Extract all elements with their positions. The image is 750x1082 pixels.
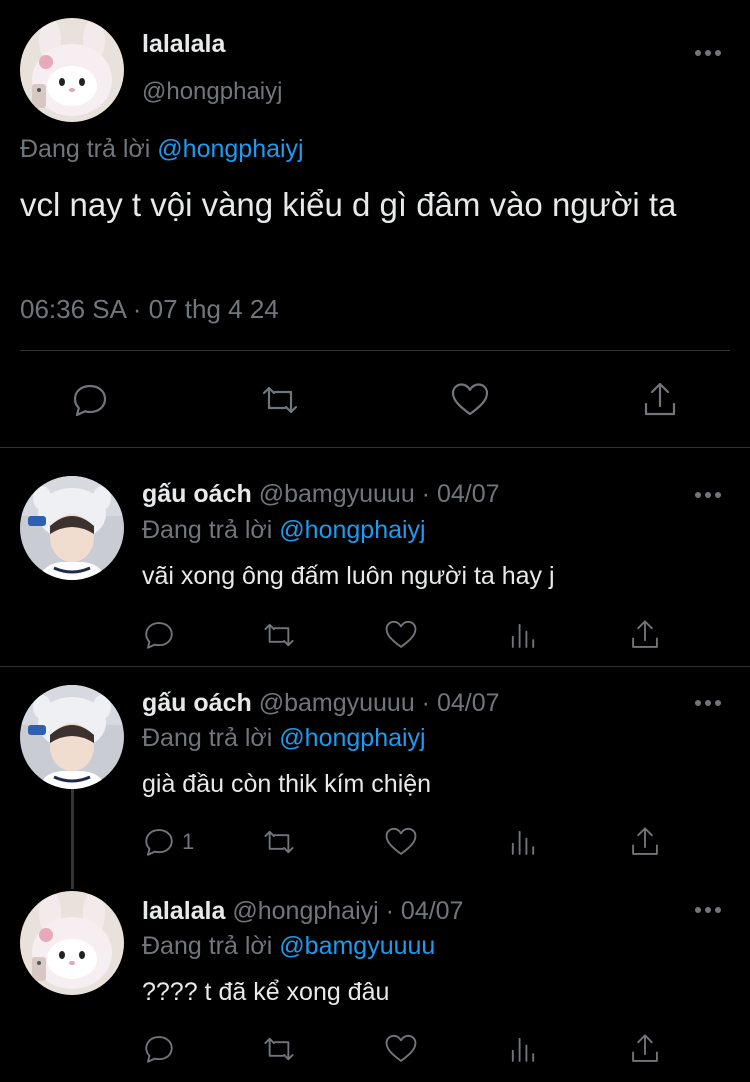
handle-and-date[interactable]: @bamgyuuuu · 04/07: [259, 480, 500, 508]
avatar[interactable]: [20, 18, 124, 122]
replying-mention-link[interactable]: @hongphaiyj: [279, 516, 425, 544]
replying-to: Đang trả lời @bamgyuuuu: [142, 932, 435, 961]
share-icon: [632, 1034, 658, 1062]
reply-icon: [145, 1036, 173, 1063]
reply-tweet[interactable]: lalalala @hongphaiyj · 04/07 Đang trả lờ…: [0, 875, 750, 1082]
melody-bunny-avatar-icon: [20, 18, 124, 122]
avatar[interactable]: [20, 891, 124, 995]
person-hat-avatar-icon: [20, 685, 124, 789]
like-button[interactable]: [384, 825, 418, 859]
views-button[interactable]: [506, 618, 540, 652]
display-name[interactable]: gấu oách: [142, 689, 252, 717]
retweet-icon: [264, 623, 294, 647]
replying-prefix: Đang trả lời: [20, 135, 151, 163]
reply-tweet[interactable]: gấu oách @bamgyuuuu · 04/07 Đang trả lời…: [0, 667, 750, 889]
retweet-button[interactable]: [262, 618, 296, 652]
like-button[interactable]: [384, 618, 418, 652]
handle[interactable]: @hongphaiyj: [142, 78, 282, 106]
avatar[interactable]: [20, 476, 124, 580]
tweet-thread: lalalala @hongphaiyj Đang trả lời @hongp…: [0, 0, 750, 1082]
reply-button[interactable]: [70, 380, 110, 420]
display-name[interactable]: gấu oách: [142, 480, 252, 508]
views-button[interactable]: [506, 1032, 540, 1066]
person-hat-avatar-icon: [20, 476, 124, 580]
reply-button[interactable]: [142, 618, 176, 652]
tweet-text: già đầu còn thik kím chiện: [142, 770, 432, 798]
replying-prefix: Đang trả lời: [142, 932, 273, 960]
replying-to: Đang trả lời @hongphaiyj: [20, 135, 304, 164]
reply-tweet[interactable]: gấu oách @bamgyuuuu · 04/07 Đang trả lời…: [0, 448, 750, 666]
replying-prefix: Đang trả lời: [142, 724, 273, 752]
more-options-icon[interactable]: [694, 48, 722, 58]
share-button[interactable]: [628, 1032, 662, 1066]
reply-icon: [73, 384, 107, 417]
tweet-text: vcl nay t vội vàng kiểu d gì đâm vào ngư…: [20, 186, 677, 223]
retweet-button[interactable]: [262, 1032, 296, 1066]
reply-header: gấu oách @bamgyuuuu · 04/07: [142, 689, 500, 718]
replying-mention-link[interactable]: @hongphaiyj: [157, 135, 303, 163]
heart-icon: [385, 620, 417, 648]
replying-to: Đang trả lời @hongphaiyj: [142, 724, 426, 753]
views-button[interactable]: [506, 825, 540, 859]
heart-icon: [451, 383, 489, 416]
bar-chart-icon: [511, 623, 535, 648]
melody-bunny-avatar-icon: [20, 891, 124, 995]
main-tweet[interactable]: lalalala @hongphaiyj Đang trả lời @hongp…: [0, 0, 750, 448]
more-options-icon[interactable]: [694, 698, 722, 708]
share-icon: [644, 382, 676, 416]
more-options-icon[interactable]: [694, 905, 722, 915]
reply-count: 1: [182, 829, 195, 854]
handle-and-date[interactable]: @bamgyuuuu · 04/07: [259, 689, 500, 717]
reply-header: lalalala @hongphaiyj · 04/07: [142, 897, 463, 926]
divider: [20, 350, 730, 351]
like-button[interactable]: [450, 380, 490, 420]
share-button[interactable]: [628, 618, 662, 652]
handle-and-date[interactable]: @hongphaiyj · 04/07: [232, 897, 463, 925]
bar-chart-icon: [511, 1037, 535, 1062]
share-icon: [632, 620, 658, 648]
heart-icon: [385, 1034, 417, 1062]
retweet-icon: [262, 386, 298, 414]
more-options-icon[interactable]: [694, 490, 722, 500]
heart-icon: [385, 827, 417, 855]
reply-button[interactable]: [142, 825, 176, 859]
reply-icon: [145, 829, 173, 856]
reply-header: gấu oách @bamgyuuuu · 04/07: [142, 480, 500, 509]
display-name[interactable]: lalalala: [142, 30, 225, 59]
retweet-button[interactable]: [260, 380, 300, 420]
share-button[interactable]: [628, 825, 662, 859]
display-name[interactable]: lalalala: [142, 897, 225, 925]
replying-mention-link[interactable]: @bamgyuuuu: [279, 932, 435, 960]
retweet-button[interactable]: [262, 825, 296, 859]
reply-button[interactable]: [142, 1032, 176, 1066]
tweet-text: ???? t đã kể xong đâu: [142, 978, 390, 1006]
timestamp[interactable]: 06:36 SA · 07 thg 4 24: [20, 294, 279, 325]
retweet-icon: [264, 1037, 294, 1061]
retweet-icon: [264, 830, 294, 854]
like-button[interactable]: [384, 1032, 418, 1066]
reply-icon: [145, 622, 173, 649]
share-button[interactable]: [640, 380, 680, 420]
bar-chart-icon: [511, 830, 535, 855]
thread-connector-line: [71, 789, 74, 889]
replying-to: Đang trả lời @hongphaiyj: [142, 516, 426, 545]
tweet-text: vãi xong ông đấm luôn người ta hay j: [142, 562, 555, 590]
share-icon: [632, 827, 658, 855]
replying-prefix: Đang trả lời: [142, 516, 273, 544]
replying-mention-link[interactable]: @hongphaiyj: [279, 724, 425, 752]
avatar[interactable]: [20, 685, 124, 789]
